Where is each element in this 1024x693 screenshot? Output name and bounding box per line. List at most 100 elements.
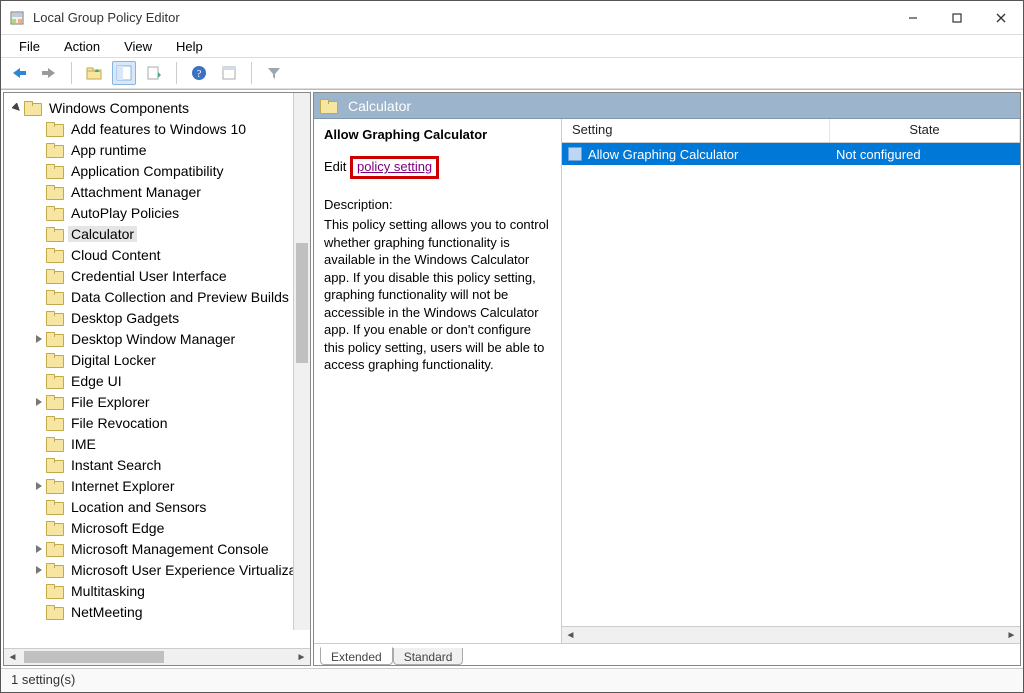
expander-icon[interactable] — [32, 206, 46, 220]
expander-icon[interactable] — [32, 458, 46, 472]
maximize-button[interactable] — [935, 3, 979, 33]
tree-item[interactable]: Location and Sensors — [10, 496, 310, 517]
column-state[interactable]: State — [830, 119, 1020, 142]
tree-item[interactable]: Desktop Window Manager — [10, 328, 310, 349]
show-tree-button[interactable] — [112, 61, 136, 85]
expander-icon[interactable] — [32, 122, 46, 136]
close-button[interactable] — [979, 3, 1023, 33]
expander-icon[interactable] — [32, 521, 46, 535]
expander-icon[interactable] — [32, 185, 46, 199]
toolbar-separator — [71, 62, 72, 84]
expander-icon[interactable] — [32, 437, 46, 451]
list-horizontal-scrollbar[interactable]: ◄ ► — [562, 626, 1020, 643]
tree-item[interactable]: NetMeeting — [10, 601, 310, 622]
tree-item-label: Attachment Manager — [68, 184, 204, 200]
expander-icon[interactable] — [32, 290, 46, 304]
expander-icon[interactable] — [32, 269, 46, 283]
folder-icon — [46, 227, 62, 241]
tree-root-row[interactable]: Windows Components — [10, 97, 310, 118]
list-row[interactable]: Allow Graphing Calculator Not configured — [562, 143, 1020, 165]
folder-icon — [46, 269, 62, 283]
expander-icon[interactable] — [32, 353, 46, 367]
tree-item[interactable]: Multitasking — [10, 580, 310, 601]
tree-item[interactable]: Application Compatibility — [10, 160, 310, 181]
tree-item[interactable]: Microsoft Management Console — [10, 538, 310, 559]
tree-item[interactable]: File Revocation — [10, 412, 310, 433]
tree-item-label: File Explorer — [68, 394, 153, 410]
expander-icon[interactable] — [32, 605, 46, 619]
expander-icon[interactable] — [32, 563, 46, 577]
tab-standard[interactable]: Standard — [393, 648, 464, 665]
tree-item[interactable]: App runtime — [10, 139, 310, 160]
expander-icon[interactable] — [32, 374, 46, 388]
minimize-button[interactable] — [891, 3, 935, 33]
tree-item[interactable]: Microsoft Edge — [10, 517, 310, 538]
tree-item[interactable]: IME — [10, 433, 310, 454]
setting-icon — [568, 147, 582, 161]
tree-item-label: Instant Search — [68, 457, 164, 473]
scroll-left-icon[interactable]: ◄ — [4, 649, 21, 666]
description-text: This policy setting allows you to contro… — [324, 216, 551, 374]
folder-icon — [46, 353, 62, 367]
properties-button[interactable] — [217, 61, 241, 85]
settings-list: Setting State Allow Graphing Calculator … — [562, 119, 1020, 643]
menubar: File Action View Help — [1, 35, 1023, 57]
highlight-box — [562, 165, 824, 188]
up-folder-button[interactable] — [82, 61, 106, 85]
menu-help[interactable]: Help — [166, 37, 213, 56]
scroll-left-icon[interactable]: ◄ — [562, 627, 579, 644]
tree-item-label: Digital Locker — [68, 352, 159, 368]
description-label: Description: — [324, 197, 551, 212]
edit-prefix: Edit — [324, 159, 350, 174]
menu-file[interactable]: File — [9, 37, 50, 56]
tree-item[interactable]: Digital Locker — [10, 349, 310, 370]
expander-icon[interactable] — [32, 542, 46, 556]
window-title: Local Group Policy Editor — [33, 10, 180, 25]
export-button[interactable] — [142, 61, 166, 85]
tree-item[interactable]: Calculator — [10, 223, 310, 244]
expander-icon[interactable] — [32, 248, 46, 262]
column-setting[interactable]: Setting — [562, 119, 830, 142]
expander-icon[interactable] — [32, 500, 46, 514]
menu-view[interactable]: View — [114, 37, 162, 56]
expander-icon[interactable] — [32, 143, 46, 157]
tree-item[interactable]: Add features to Windows 10 — [10, 118, 310, 139]
expander-icon[interactable] — [32, 311, 46, 325]
tree-item-label: Desktop Window Manager — [68, 331, 238, 347]
menu-action[interactable]: Action — [54, 37, 110, 56]
folder-icon — [46, 542, 62, 556]
tree-item[interactable]: Credential User Interface — [10, 265, 310, 286]
scroll-right-icon[interactable]: ► — [1003, 627, 1020, 644]
back-button[interactable] — [7, 61, 31, 85]
tree-item[interactable]: Cloud Content — [10, 244, 310, 265]
policy-setting-link[interactable]: policy setting — [357, 159, 432, 174]
scroll-right-icon[interactable]: ► — [293, 649, 310, 666]
tree-item[interactable]: Edge UI — [10, 370, 310, 391]
tree-scroll[interactable]: Windows Components Add features to Windo… — [4, 93, 310, 648]
tree-item-label: Cloud Content — [68, 247, 164, 263]
tree-item[interactable]: Attachment Manager — [10, 181, 310, 202]
tree-item[interactable]: File Explorer — [10, 391, 310, 412]
expander-icon[interactable] — [10, 101, 24, 115]
tree-item[interactable]: AutoPlay Policies — [10, 202, 310, 223]
expander-icon[interactable] — [32, 395, 46, 409]
tree-item[interactable]: Desktop Gadgets — [10, 307, 310, 328]
forward-button[interactable] — [37, 61, 61, 85]
tab-extended[interactable]: Extended — [320, 647, 393, 665]
expander-icon[interactable] — [32, 164, 46, 178]
tree-pane: Windows Components Add features to Windo… — [3, 92, 311, 666]
tree-item-label: Microsoft Management Console — [68, 541, 272, 557]
expander-icon[interactable] — [32, 584, 46, 598]
expander-icon[interactable] — [32, 416, 46, 430]
tree-item[interactable]: Instant Search — [10, 454, 310, 475]
tree-item[interactable]: Microsoft User Experience Virtualiza — [10, 559, 310, 580]
vertical-scrollbar[interactable] — [293, 93, 310, 630]
expander-icon[interactable] — [32, 227, 46, 241]
expander-icon[interactable] — [32, 332, 46, 346]
horizontal-scrollbar[interactable]: ◄ ► — [4, 648, 310, 665]
tree-item[interactable]: Internet Explorer — [10, 475, 310, 496]
expander-icon[interactable] — [32, 479, 46, 493]
tree-item[interactable]: Data Collection and Preview Builds — [10, 286, 310, 307]
filter-button[interactable] — [262, 61, 286, 85]
help-button[interactable]: ? — [187, 61, 211, 85]
